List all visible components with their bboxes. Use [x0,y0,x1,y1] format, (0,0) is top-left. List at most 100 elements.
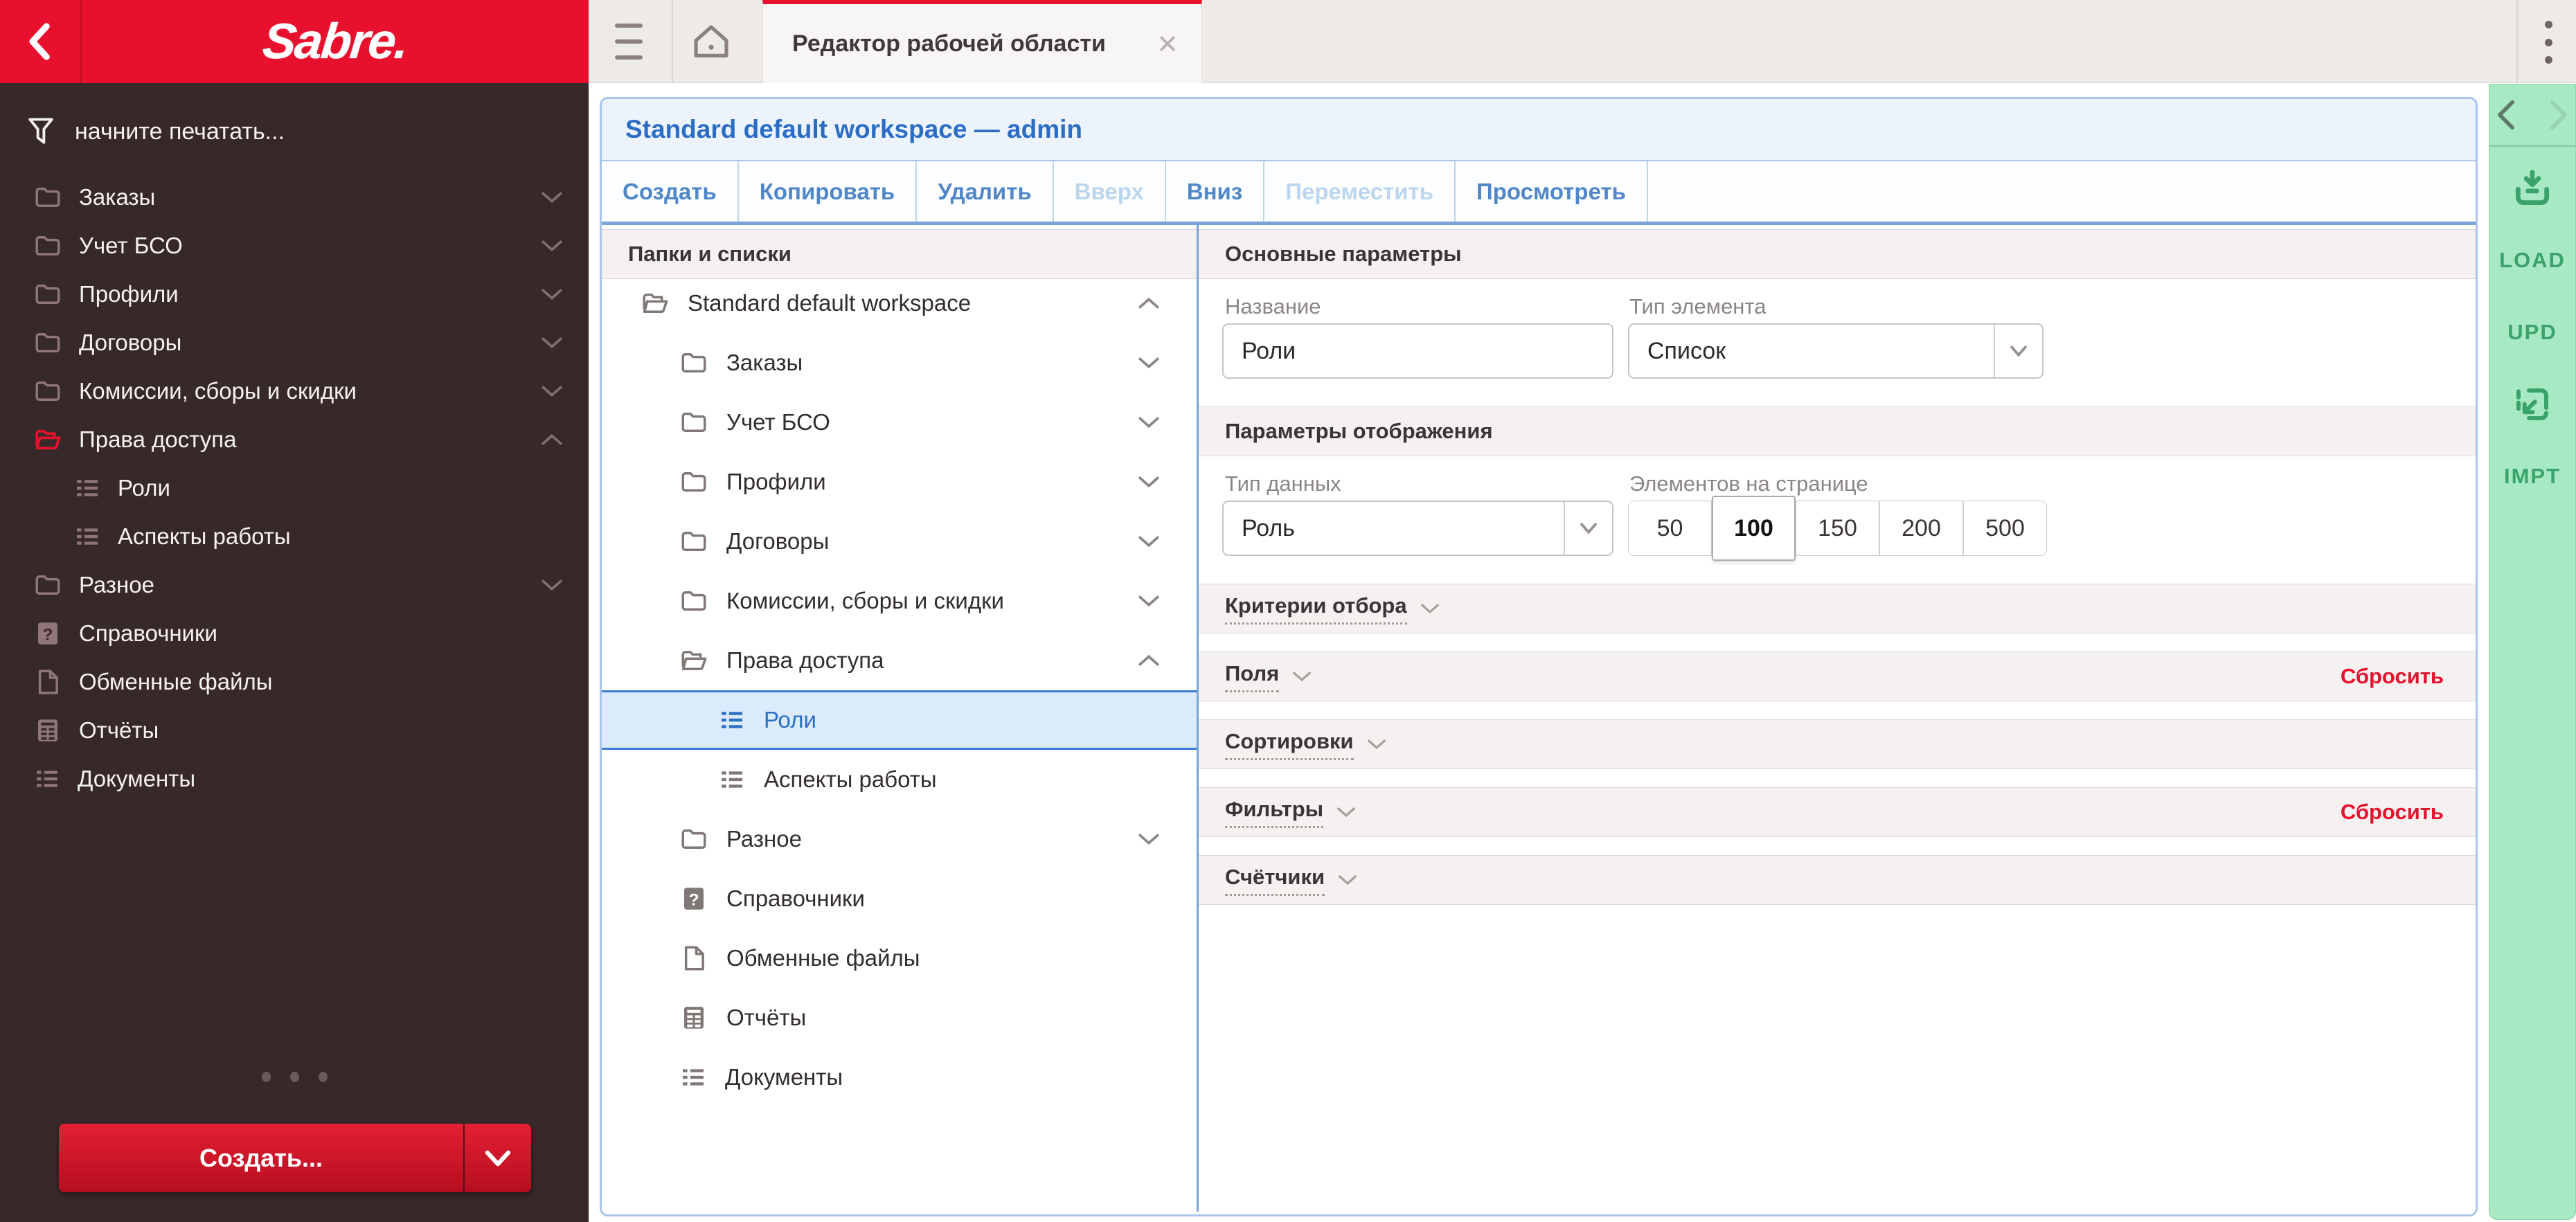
tree-item-obmennye-fayly[interactable]: Обменные файлы [602,928,1197,988]
list-icon [718,706,746,734]
sidebar-item-komissii[interactable]: Комиссии, сборы и скидки [0,367,589,415]
sidebar-item-spravochniki[interactable]: ? Справочники [0,609,589,658]
tree-item-otchyoty[interactable]: Отчёты [602,988,1197,1048]
chevron-up-icon [540,432,564,447]
tree-item-profili[interactable]: Профили [602,452,1197,512]
name-input[interactable] [1222,323,1613,379]
chevron-down-icon[interactable] [1564,502,1612,555]
toolbar-create-button[interactable]: Создать [602,161,739,222]
sidebar-item-roli[interactable]: Роли [0,464,589,512]
section-fields[interactable]: Поля Сбросить [1199,652,2476,701]
toolbar-copy-button[interactable]: Копировать [739,161,918,222]
section-counters[interactable]: Счётчики [1199,855,2476,905]
list-parameters-pane: Основные параметры Название Тип элемента… [1199,225,2476,1212]
section-sortings[interactable]: Сортировки [1199,719,2476,769]
page-size-200-button[interactable]: 200 [1879,501,1963,556]
tree-pane-header: Папки и списки [602,229,1197,279]
chevron-down-icon[interactable] [1137,832,1161,847]
topbar: Редактор рабочей области [589,0,2576,83]
sidebar-item-otchyoty[interactable]: Отчёты [0,706,589,755]
tree-item-zakazy[interactable]: Заказы [602,333,1197,393]
element-type-select[interactable]: Список [1628,323,2043,379]
chevron-down-icon[interactable] [1137,534,1161,549]
main-params-header: Основные параметры [1199,229,2476,279]
hamburger-menu-icon[interactable] [615,24,643,60]
report-table-icon [679,1003,708,1032]
tree-item-workspace-root[interactable]: Standard default workspace [602,273,1197,333]
right-rail: LOAD UPD IMPT [2489,84,2576,1220]
section-selection-criteria[interactable]: Критерии отбора [1199,584,2476,634]
tree-item-raznoe[interactable]: Разное [602,809,1197,869]
load-button[interactable]: LOAD [2489,224,2575,296]
section-filters[interactable]: Фильтры Сбросить [1199,787,2476,837]
tree-item-aspekty-raboty[interactable]: Аспекты работы [602,750,1197,809]
collapse-sidebar-button[interactable] [0,0,82,83]
tree-item-komissii[interactable]: Комиссии, сборы и скидки [602,571,1197,631]
page-size-50-button[interactable]: 50 [1628,501,1712,556]
file-icon [679,944,708,973]
sidebar-item-dokumenty[interactable]: Документы [0,755,589,803]
page-size-500-button[interactable]: 500 [1963,501,2047,556]
chevron-down-icon [1291,670,1312,683]
close-icon[interactable] [1157,33,1178,54]
create-button-label-part[interactable]: Создать... [59,1124,465,1192]
svg-text:?: ? [689,891,699,910]
name-field-label: Название [1225,294,1321,318]
chevron-up-icon[interactable] [1137,296,1161,311]
sidebar-item-uchet-bso[interactable]: Учет БСО [0,222,589,270]
list-icon [718,766,746,793]
create-dropdown-part[interactable] [465,1124,531,1192]
export-button[interactable] [2489,368,2575,440]
folder-icon [679,408,708,437]
sidebar-item-obmennye-fayly[interactable]: Обменные файлы [0,658,589,706]
sidebar-item-profili[interactable]: Профили [0,270,589,318]
sidebar-pager-dots[interactable] [0,1072,589,1082]
chevron-down-icon [1420,602,1440,616]
tree-item-roli-selected[interactable]: Роли [602,690,1197,750]
toolbar-delete-button[interactable]: Удалить [917,161,1054,222]
data-type-select[interactable]: Роль [1222,501,1613,556]
tree-item-spravochniki[interactable]: ? Справочники [602,869,1197,928]
folder-icon [33,280,62,309]
nav-back-icon[interactable] [2492,98,2521,132]
folder-icon [33,328,62,357]
create-button[interactable]: Создать... [59,1124,531,1192]
chevron-down-icon[interactable] [1137,415,1161,430]
kebab-menu-icon[interactable] [2536,21,2561,64]
tree-item-prava-dostupa[interactable]: Права доступа [602,631,1197,690]
tree-item-dokumenty[interactable]: Документы [602,1048,1197,1107]
workspace-title-bar: Standard default workspace — admin [602,99,2476,161]
tree-item-uchet-bso[interactable]: Учет БСО [602,393,1197,452]
chevron-left-icon [25,21,55,62]
upd-button[interactable]: UPD [2489,296,2575,368]
reset-filters-link[interactable]: Сбросить [2341,800,2444,825]
sidebar-search[interactable]: начните печатать... [0,104,589,159]
page-size-150-button[interactable]: 150 [1796,501,1879,556]
tree-item-dogovory[interactable]: Договоры [602,512,1197,571]
sidebar-item-aspekty-raboty[interactable]: Аспекты работы [0,512,589,561]
chevron-up-icon[interactable] [1137,653,1161,668]
tab-workspace-editor[interactable]: Редактор рабочей области [762,0,1202,83]
topbar-divider [2516,0,2518,83]
chevron-down-icon[interactable] [1137,474,1161,489]
page-size-100-button[interactable]: 100 [1712,496,1796,561]
chevron-down-icon [540,577,564,593]
toolbar-down-button[interactable]: Вниз [1166,161,1265,222]
chevron-down-icon[interactable] [1137,593,1161,609]
search-placeholder: начните печатать... [75,118,285,145]
sidebar-header: Sabre. [0,0,589,83]
sidebar-item-zakazy[interactable]: Заказы [0,173,589,222]
download-button[interactable] [2489,152,2575,224]
sidebar-item-dogovory[interactable]: Договоры [0,318,589,367]
impt-button[interactable]: IMPT [2489,440,2575,512]
home-button[interactable] [688,19,734,65]
chevron-down-icon[interactable] [1137,355,1161,370]
sidebar-item-raznoe[interactable]: Разное [0,561,589,609]
folder-icon [33,570,62,600]
rail-buttons: LOAD UPD IMPT [2489,152,2575,512]
reset-fields-link[interactable]: Сбросить [2341,664,2444,689]
chevron-down-icon [540,335,564,350]
chevron-down-icon[interactable] [1994,325,2042,377]
sidebar-item-prava-dostupa[interactable]: Права доступа [0,415,589,464]
toolbar-view-button[interactable]: Просмотреть [1456,161,1648,222]
